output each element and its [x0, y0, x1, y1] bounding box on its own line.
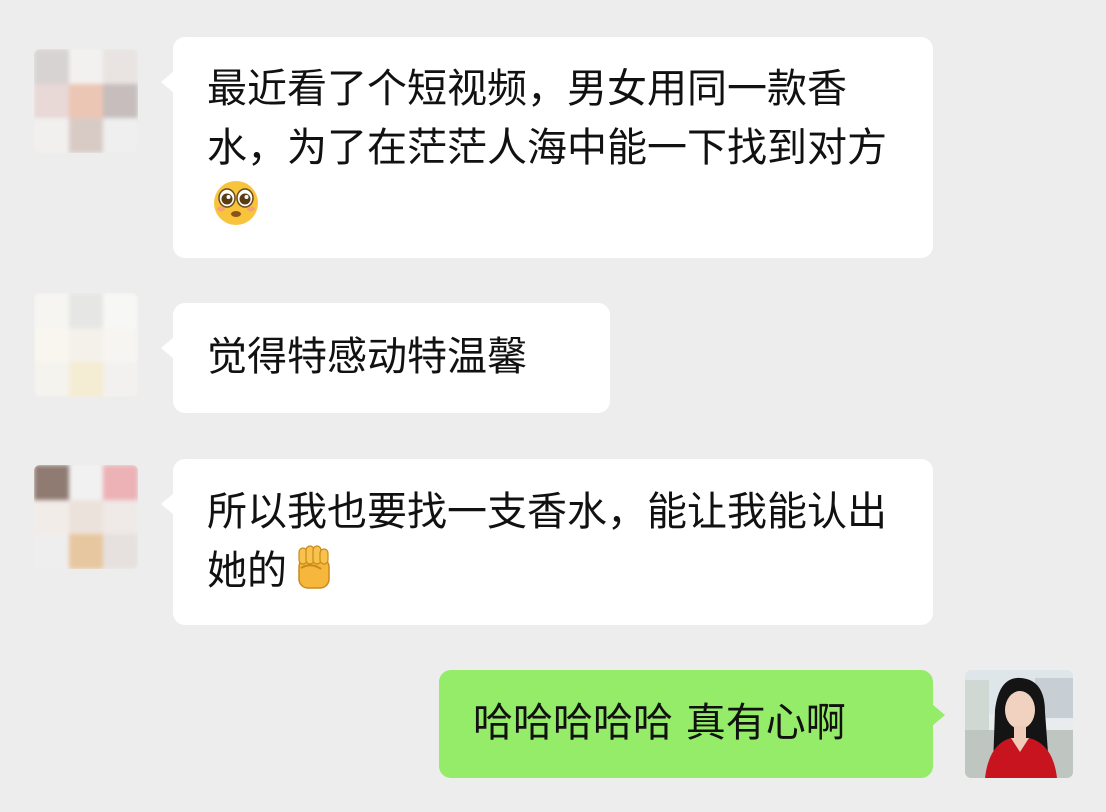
pixelated-avatar-image — [34, 293, 138, 397]
chat-thread: 最近看了个短视频，男女用同一款香水，为了在茫茫人海中能一下找到对方 觉得特感动特… — [0, 0, 1106, 812]
raised-fist-icon — [291, 542, 337, 609]
profile-photo-image — [965, 670, 1073, 778]
message-text: 哈哈哈哈哈 真有心啊 — [473, 700, 846, 746]
message-text: 觉得特感动特温馨 — [207, 334, 527, 380]
pixelated-avatar-image — [34, 49, 138, 153]
pleading-face-icon — [211, 178, 261, 245]
message-text: 最近看了个短视频，男女用同一款香水，为了在茫茫人海中能一下找到对方 — [207, 66, 887, 171]
contact-avatar[interactable] — [34, 293, 138, 397]
message-bubble-incoming[interactable]: 最近看了个短视频，男女用同一款香水，为了在茫茫人海中能一下找到对方 — [161, 37, 933, 258]
self-avatar[interactable] — [965, 670, 1073, 778]
message-bubble-outgoing[interactable]: 哈哈哈哈哈 真有心啊 — [439, 670, 945, 778]
contact-avatar[interactable] — [34, 49, 138, 153]
contact-avatar[interactable] — [34, 465, 138, 569]
message-bubble-incoming[interactable]: 觉得特感动特温馨 — [161, 303, 610, 413]
pixelated-avatar-image — [34, 465, 138, 569]
message-bubble-incoming[interactable]: 所以我也要找一支香水，能让我能认出她的 — [161, 459, 933, 625]
